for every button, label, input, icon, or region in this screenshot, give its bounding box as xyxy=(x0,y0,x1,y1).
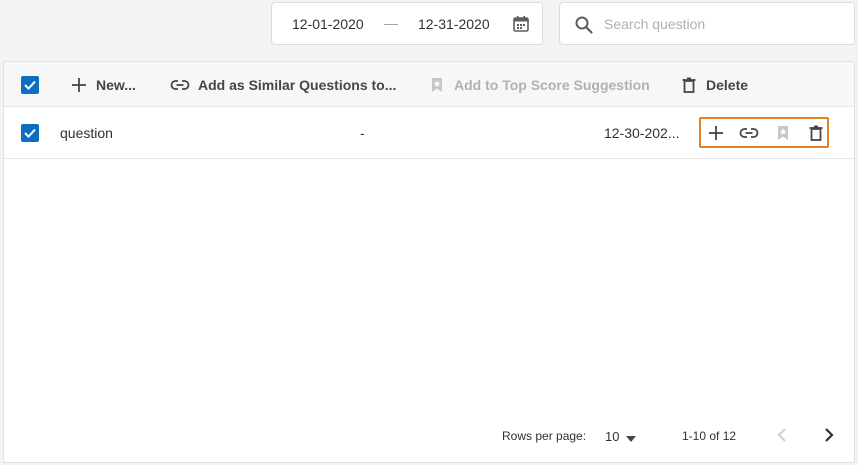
row-question[interactable]: question xyxy=(60,125,113,141)
rows-per-page-select[interactable]: 10 xyxy=(605,429,619,444)
date-range-picker[interactable]: 12-01-2020 — 12-31-2020 xyxy=(271,2,543,45)
select-all-checkbox[interactable] xyxy=(21,76,39,94)
pagination: Rows per page: 10 1-10 of 12 xyxy=(4,422,854,452)
link-icon xyxy=(739,128,759,138)
delete-button-label: Delete xyxy=(706,77,749,93)
plus-icon xyxy=(709,126,723,140)
row-delete-button[interactable] xyxy=(807,124,825,142)
add-top-score-button[interactable]: Add to Top Score Suggestion xyxy=(428,74,650,96)
check-icon xyxy=(24,128,36,138)
link-icon xyxy=(170,80,190,90)
trash-icon xyxy=(809,125,823,141)
add-similar-label: Add as Similar Questions to... xyxy=(198,77,397,93)
row-date: 12-30-202... xyxy=(604,125,680,141)
row-checkbox[interactable] xyxy=(21,124,39,142)
row-top-score-button[interactable] xyxy=(774,124,792,142)
page-range-text: 1-10 of 12 xyxy=(682,429,737,443)
new-button[interactable]: New... xyxy=(70,74,136,96)
date-separator: — xyxy=(384,15,398,31)
row-add-button[interactable] xyxy=(707,124,725,142)
row-actions xyxy=(699,117,829,148)
check-icon xyxy=(24,80,36,90)
toolbar: New... Add as Similar Questions to... Ad… xyxy=(4,62,854,107)
search-input[interactable] xyxy=(604,11,844,37)
add-top-score-label: Add to Top Score Suggestion xyxy=(454,77,650,93)
date-from[interactable]: 12-01-2020 xyxy=(292,16,364,32)
new-button-label: New... xyxy=(96,77,136,93)
row-answer: - xyxy=(360,125,365,141)
plus-icon xyxy=(72,78,86,92)
search-icon xyxy=(574,15,594,35)
delete-button[interactable]: Delete xyxy=(680,74,748,96)
table-row[interactable]: question - 12-30-202... xyxy=(4,107,854,159)
bookmark-star-icon xyxy=(432,78,442,92)
add-similar-button[interactable]: Add as Similar Questions to... xyxy=(170,74,396,96)
questions-panel: New... Add as Similar Questions to... Ad… xyxy=(3,61,855,463)
chevron-down-icon[interactable] xyxy=(624,431,638,442)
chevron-right-icon[interactable] xyxy=(821,426,837,444)
row-link-button[interactable] xyxy=(739,124,759,142)
trash-icon xyxy=(682,77,696,93)
bookmark-star-icon xyxy=(778,126,788,140)
search-box[interactable] xyxy=(559,2,855,45)
date-to[interactable]: 12-31-2020 xyxy=(418,16,490,32)
chevron-left-icon[interactable] xyxy=(774,426,790,444)
calendar-icon[interactable] xyxy=(512,15,530,33)
rows-per-page-label: Rows per page: xyxy=(502,429,587,443)
